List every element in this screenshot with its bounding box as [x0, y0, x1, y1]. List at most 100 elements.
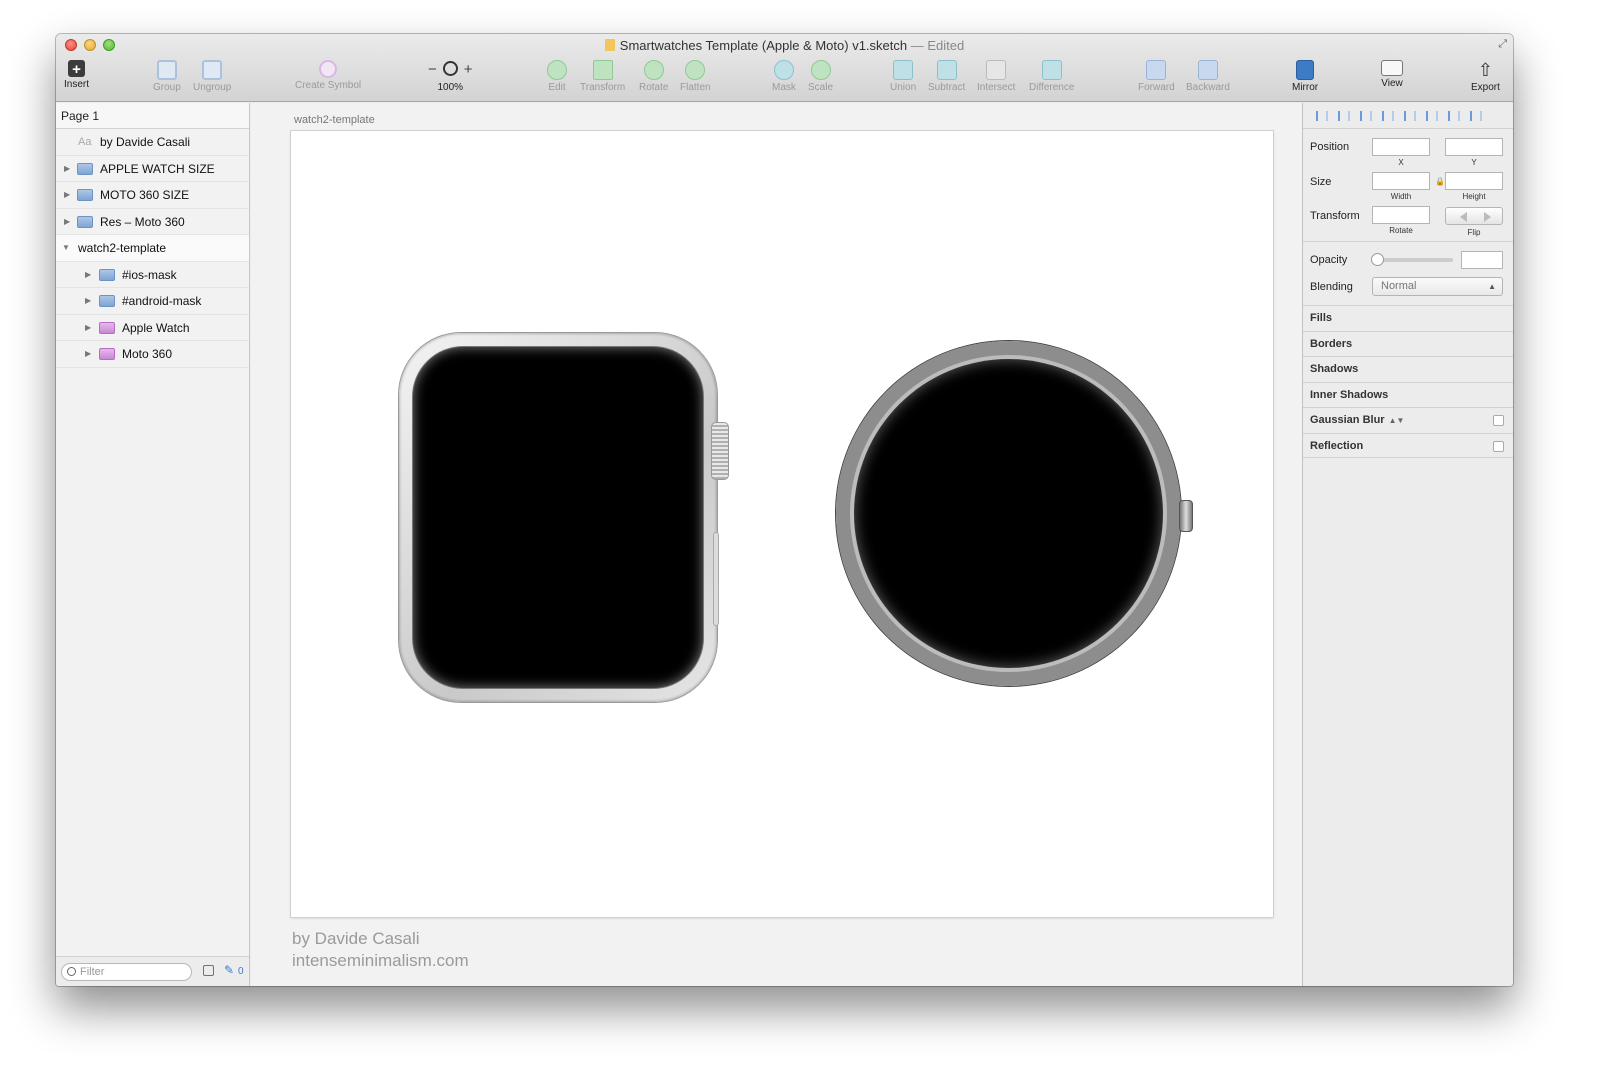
- layer-item[interactable]: ▶ APPLE WATCH SIZE: [56, 156, 249, 182]
- fullscreen-icon[interactable]: ⤢: [1498, 38, 1507, 51]
- inner-shadows-section[interactable]: Inner Shadows: [1303, 381, 1513, 408]
- export-button[interactable]: ⇧ Export: [1471, 60, 1500, 93]
- align-left-icon[interactable]: [1360, 111, 1372, 121]
- moto-360-body[interactable]: [836, 341, 1181, 686]
- layer-item[interactable]: ▶ Moto 360: [56, 341, 249, 368]
- opacity-field[interactable]: [1461, 251, 1503, 269]
- zoom-in-button[interactable]: +: [464, 61, 473, 78]
- opacity-slider[interactable]: [1371, 253, 1453, 266]
- flatten-button[interactable]: Flatten: [680, 60, 711, 93]
- moto-360-button[interactable]: [1179, 500, 1193, 532]
- apple-watch-body[interactable]: [399, 333, 717, 702]
- rotate-icon: [643, 60, 664, 80]
- moto-360-screen[interactable]: [855, 360, 1162, 667]
- flip-vertical-icon[interactable]: [1484, 212, 1491, 222]
- layer-item[interactable]: Aa by Davide Casali: [56, 129, 249, 156]
- align-center-icon[interactable]: [1382, 111, 1394, 121]
- credit-author[interactable]: by Davide Casali: [292, 929, 420, 949]
- width-field[interactable]: [1372, 172, 1430, 190]
- scale-button[interactable]: Scale: [808, 60, 833, 93]
- layer-item[interactable]: ▶ #ios-mask: [56, 262, 249, 288]
- gaussian-blur-checkbox[interactable]: [1493, 415, 1504, 426]
- apple-watch-screen[interactable]: [413, 347, 703, 688]
- union-button[interactable]: Union: [890, 60, 916, 93]
- rotate-field[interactable]: [1372, 206, 1430, 224]
- create-symbol-button[interactable]: Create Symbol: [295, 60, 361, 91]
- reflection-checkbox[interactable]: [1493, 440, 1504, 452]
- distribute-horizontal-icon[interactable]: [1316, 111, 1328, 121]
- disclosure-down-icon[interactable]: ▼: [62, 235, 70, 261]
- zoom-out-button[interactable]: −: [428, 61, 437, 78]
- layer-item[interactable]: ▶ MOTO 360 SIZE: [56, 182, 249, 209]
- canvas[interactable]: watch2-template by Davide Casali intense…: [251, 103, 1302, 986]
- edited-status: — Edited: [910, 38, 965, 53]
- mirror-icon: [1296, 60, 1315, 80]
- difference-button[interactable]: Difference: [1029, 60, 1074, 93]
- position-x-field[interactable]: [1372, 138, 1430, 156]
- mask-button[interactable]: Mask: [772, 60, 796, 93]
- insert-button[interactable]: + Insert: [64, 60, 89, 90]
- rotate-button[interactable]: Rotate: [639, 60, 668, 93]
- distribute-vertical-icon[interactable]: [1338, 111, 1350, 121]
- alignment-toolbar: [1303, 103, 1513, 129]
- transform-button[interactable]: Transform: [580, 60, 625, 93]
- lock-ratio-icon[interactable]: 🔒: [1435, 177, 1445, 186]
- credit-website[interactable]: intenseminimalism.com: [292, 951, 469, 971]
- section-label: Fills: [1310, 312, 1333, 324]
- align-right-icon[interactable]: [1404, 111, 1416, 121]
- layer-item[interactable]: ▶ Res – Moto 360: [56, 209, 249, 235]
- blending-select[interactable]: Normal ▲: [1372, 277, 1503, 296]
- disclosure-right-icon[interactable]: ▶: [85, 262, 91, 288]
- flatten-label: Flatten: [680, 82, 711, 93]
- magnifier-icon[interactable]: [442, 61, 458, 76]
- backward-button[interactable]: Backward: [1186, 60, 1230, 93]
- mirror-button[interactable]: Mirror: [1292, 60, 1318, 93]
- transform-label: Transform: [1310, 210, 1360, 222]
- subtract-button[interactable]: Subtract: [928, 60, 965, 93]
- layer-item[interactable]: ▶ #android-mask: [56, 288, 249, 315]
- layer-item[interactable]: ▶ Apple Watch: [56, 315, 249, 341]
- intersect-icon: [986, 60, 1007, 80]
- disclosure-right-icon[interactable]: ▶: [85, 288, 91, 314]
- apple-watch-crown[interactable]: [711, 422, 729, 480]
- artboards-filter-icon[interactable]: [203, 965, 214, 976]
- forward-icon: [1146, 60, 1167, 80]
- group-button[interactable]: Group: [153, 60, 181, 93]
- filter-input[interactable]: Filter: [61, 963, 192, 981]
- artboard[interactable]: [291, 131, 1273, 917]
- page-selector[interactable]: Page 1: [56, 103, 249, 129]
- fills-section[interactable]: Fills: [1303, 305, 1513, 331]
- disclosure-right-icon[interactable]: ▶: [64, 156, 70, 182]
- opacity-slider-knob[interactable]: [1371, 253, 1384, 266]
- mask-icon: [773, 60, 794, 80]
- flip-control[interactable]: [1445, 207, 1503, 225]
- disclosure-right-icon[interactable]: ▶: [85, 341, 91, 367]
- reflection-section[interactable]: Reflection: [1303, 432, 1513, 458]
- gaussian-blur-section[interactable]: Gaussian Blur ▲▼: [1303, 407, 1513, 433]
- align-top-icon[interactable]: [1426, 111, 1438, 121]
- disclosure-right-icon[interactable]: ▶: [64, 182, 70, 208]
- artboard-title[interactable]: watch2-template: [294, 114, 375, 126]
- position-y-field[interactable]: [1445, 138, 1503, 156]
- blur-type-arrows-icon[interactable]: ▲▼: [1389, 416, 1405, 425]
- height-field[interactable]: [1445, 172, 1503, 190]
- flip-horizontal-icon[interactable]: [1460, 212, 1467, 222]
- align-middle-icon[interactable]: [1448, 111, 1460, 121]
- align-bottom-icon[interactable]: [1470, 111, 1482, 121]
- transform-icon: [592, 60, 613, 80]
- disclosure-right-icon[interactable]: ▶: [85, 315, 91, 341]
- shadows-section[interactable]: Shadows: [1303, 356, 1513, 382]
- forward-button[interactable]: Forward: [1138, 60, 1175, 93]
- slice-filter-icon[interactable]: ✎: [224, 963, 234, 977]
- artboard-item[interactable]: ▼ watch2-template: [56, 235, 249, 262]
- disclosure-right-icon[interactable]: ▶: [64, 209, 70, 235]
- intersect-button[interactable]: Intersect: [977, 60, 1015, 93]
- view-button[interactable]: View: [1381, 60, 1403, 89]
- edit-button[interactable]: Edit: [547, 60, 567, 93]
- borders-section[interactable]: Borders: [1303, 330, 1513, 357]
- section-label: Inner Shadows: [1310, 388, 1389, 401]
- ungroup-button[interactable]: Ungroup: [193, 60, 231, 93]
- blending-label: Blending: [1310, 281, 1353, 293]
- apple-watch-side-button[interactable]: [713, 532, 719, 626]
- divider: [1303, 241, 1513, 242]
